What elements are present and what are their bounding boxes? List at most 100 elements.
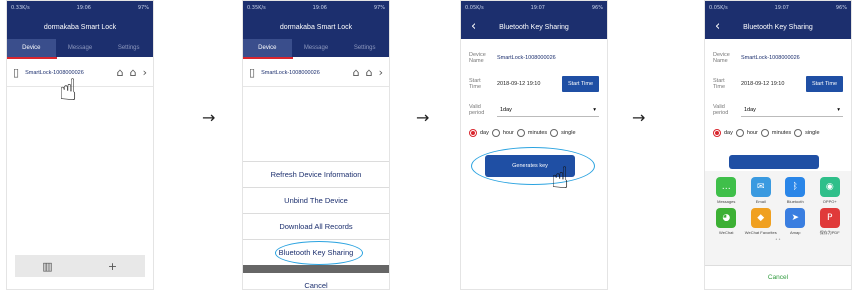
device-name-value: SmartLock-1008000026	[497, 55, 556, 61]
share-app-label: WeChat	[719, 230, 734, 235]
tab-bar: Device Message Settings	[7, 39, 153, 57]
status-network: 0.35K/s	[247, 5, 266, 11]
start-time-button[interactable]: Start Time	[561, 76, 599, 92]
chevron-right-icon[interactable]: ›	[379, 67, 383, 78]
lock-icon[interactable]: ⌂	[130, 67, 137, 78]
bluetooth-key-sharing-button[interactable]: Bluetooth Key Sharing	[243, 239, 389, 265]
dropdown-caret-icon: ▾	[593, 106, 596, 113]
oppo-icon: ◉	[819, 177, 840, 197]
valid-period-label: Valid period	[713, 104, 729, 116]
unbind-device-button[interactable]: Unbind The Device	[243, 187, 389, 213]
status-time: 19:06	[312, 5, 327, 11]
app-header: 0.05K/s 19:07 96% ‹ Bluetooth Key Sharin…	[705, 1, 851, 39]
lock-device-icon: ▯	[249, 66, 256, 79]
bottom-bar: ▥ +	[15, 255, 145, 277]
generate-key-button[interactable]	[729, 155, 819, 169]
radio-single[interactable]	[794, 129, 803, 137]
valid-period-select[interactable]: 1day ▾	[497, 103, 599, 117]
email-icon: ✉	[750, 177, 771, 197]
page-title-text: Bluetooth Key Sharing	[499, 23, 569, 31]
radio-day-label: day	[724, 130, 733, 136]
app-header: 0.05K/s 19:07 96% ‹ Bluetooth Key Sharin…	[461, 1, 607, 39]
status-network: 0.33K/s	[11, 5, 30, 11]
radio-single-label: single	[561, 130, 576, 136]
device-row[interactable]: ▯ SmartLock-1008000026 ⌂ ⌂ ›	[7, 59, 153, 87]
back-icon[interactable]: ‹	[715, 20, 720, 33]
tab-message[interactable]: Message	[292, 39, 341, 57]
start-time-label: Start Time	[469, 78, 482, 90]
start-time-field: Start Time 2018-09-12 19:10 Start Time	[705, 71, 851, 97]
library-button[interactable]: ▥	[15, 255, 80, 277]
share-app-oppo[interactable]: ◉ OPPO+	[813, 177, 848, 204]
arrow-right-icon: →	[632, 108, 646, 127]
add-device-button[interactable]: +	[80, 255, 145, 277]
back-icon[interactable]: ‹	[471, 20, 476, 33]
download-records-button[interactable]: Download All Records	[243, 213, 389, 239]
unlock-icon[interactable]: ⌂	[117, 67, 124, 78]
share-app-label: Email	[755, 199, 766, 204]
app-header: 0.35K/s 19:06 97% dormakaba Smart Lock D…	[243, 1, 389, 57]
valid-period-value: 1day	[500, 106, 512, 113]
tab-settings[interactable]: Settings	[104, 39, 153, 57]
screen-device-menu: 0.35K/s 19:06 97% dormakaba Smart Lock D…	[242, 0, 390, 290]
tab-message[interactable]: Message	[56, 39, 105, 57]
cancel-button[interactable]: Cancel	[243, 273, 389, 290]
device-name[interactable]: SmartLock-1008000026	[261, 70, 347, 76]
device-row[interactable]: ▯ SmartLock-1008000026 ⌂ ⌂ ›	[243, 59, 389, 87]
radio-minutes[interactable]	[760, 129, 769, 137]
share-app-bluetooth[interactable]: ᛒ Bluetooth	[778, 177, 813, 204]
refresh-device-button[interactable]: Refresh Device Information	[243, 161, 389, 187]
share-app-wechat-favorites[interactable]: ◆ WeChat Favorites	[744, 208, 779, 236]
radio-day-label: day	[480, 130, 489, 136]
radio-hour[interactable]	[491, 129, 500, 137]
radio-day[interactable]	[713, 129, 721, 137]
valid-period-label: Valid period	[469, 104, 485, 116]
period-unit-radios: day hour minutes single	[461, 123, 607, 143]
status-bar: 0.05K/s 19:07 96%	[461, 1, 607, 15]
status-network: 0.05K/s	[465, 5, 484, 11]
share-app-wechat[interactable]: ◕ WeChat	[709, 208, 744, 236]
dropdown-caret-icon: ▾	[837, 106, 840, 113]
map-icon: ➤	[785, 208, 806, 228]
lock-icon[interactable]: ⌂	[366, 67, 373, 78]
wechat-icon: ◕	[716, 208, 737, 228]
status-time: 19:07	[774, 5, 789, 11]
app-title: dormakaba Smart Lock	[43, 23, 117, 31]
tab-bar: Device Message Settings	[243, 39, 389, 57]
share-app-email[interactable]: ✉ Email	[744, 177, 779, 204]
status-network: 0.05K/s	[709, 5, 728, 11]
divider-band	[243, 265, 389, 273]
unlock-icon[interactable]: ⌂	[353, 67, 360, 78]
valid-period-select[interactable]: 1day ▾	[741, 103, 843, 117]
tab-device[interactable]: Device	[243, 39, 292, 57]
status-bar: 0.33K/s 19:06 97%	[7, 1, 153, 15]
radio-minutes-label: minutes	[527, 130, 548, 136]
radio-hour-label: hour	[746, 130, 758, 136]
tab-settings[interactable]: Settings	[340, 39, 389, 57]
status-bar: 0.05K/s 19:07 96%	[705, 1, 851, 15]
share-app-label: OPPO+	[822, 199, 837, 204]
share-app-grid: … Messages ✉ Email ᛒ Bluetooth ◉ OPPO+ ◕	[705, 171, 851, 236]
valid-period-field: Valid period 1day ▾	[461, 97, 607, 123]
page-title-text: Bluetooth Key Sharing	[743, 23, 813, 31]
device-name-field: Device Name SmartLock-1008000026	[705, 45, 851, 71]
status-battery: 97%	[137, 5, 149, 11]
share-app-pdf[interactable]: P 保存为PDF	[813, 208, 848, 236]
radio-single[interactable]	[550, 129, 559, 137]
tab-device[interactable]: Device	[7, 39, 56, 57]
device-name-value: SmartLock-1008000026	[741, 55, 800, 61]
share-sheet: … Messages ✉ Email ᛒ Bluetooth ◉ OPPO+ ◕	[705, 171, 851, 289]
start-time-button[interactable]: Start Time	[805, 76, 843, 92]
radio-day[interactable]	[469, 129, 477, 137]
radio-minutes[interactable]	[516, 129, 525, 137]
device-name-label: Device Name	[713, 52, 730, 64]
device-action-menu: Refresh Device Information Unbind The De…	[243, 161, 389, 290]
share-app-messages[interactable]: … Messages	[709, 177, 744, 204]
app-title: dormakaba Smart Lock	[279, 23, 353, 31]
period-unit-radios: day hour minutes single	[705, 123, 851, 143]
bluetooth-icon: ᛒ	[785, 177, 806, 197]
share-cancel-button[interactable]: Cancel	[705, 265, 851, 289]
chevron-right-icon[interactable]: ›	[143, 67, 147, 78]
radio-hour[interactable]	[735, 129, 744, 137]
share-app-amap[interactable]: ➤ Amap	[778, 208, 813, 236]
